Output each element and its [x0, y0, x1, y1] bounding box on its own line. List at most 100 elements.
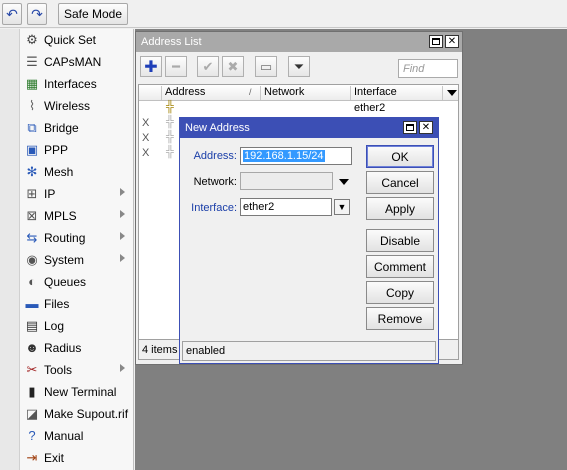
sidebar-item-make-supout-rif[interactable]: ◪ Make Supout.rif	[20, 403, 133, 425]
sidebar-item-wireless[interactable]: ⌇ Wireless	[20, 95, 133, 117]
sidebar-item-queues[interactable]: ◐ Queues	[20, 271, 133, 293]
sidebar-item-label: Exit	[44, 451, 65, 465]
sidebar-item-label: Manual	[44, 429, 84, 443]
sidebar-item-log[interactable]: ▤ Log	[20, 315, 133, 337]
interfaces-icon: ▦	[25, 76, 39, 91]
radius-icon: ☻	[25, 340, 39, 355]
status-text: enabled	[186, 345, 226, 357]
table-header: Address / Network Interface	[139, 85, 458, 101]
submenu-arrow-icon	[120, 188, 125, 196]
sidebar-item-system[interactable]: ◉ System	[20, 249, 133, 271]
redo-button[interactable]: ↷	[27, 3, 47, 25]
interface-field[interactable]: ether2	[240, 198, 332, 216]
mesh-icon: ✻	[26, 164, 38, 179]
sidebar-item-new-terminal[interactable]: ▮ New Terminal	[20, 381, 133, 403]
sidebar-item-interfaces[interactable]: ▦ Interfaces	[20, 73, 133, 95]
new-address-title: New Address	[180, 118, 438, 138]
address-value: 192.168.1.15/24	[243, 150, 325, 162]
column-address[interactable]: Address	[161, 86, 260, 100]
filter-icon: ⏷	[293, 58, 305, 74]
sidebar-item-label: Queues	[44, 275, 87, 289]
sidebar-item-label: Mesh	[44, 165, 74, 179]
dialog-close-button[interactable]: ✕	[419, 121, 433, 134]
sidebar-item-label: Radius	[44, 341, 82, 355]
sidebar-item-quick-set[interactable]: ⚙ Quick Set	[20, 29, 133, 51]
submenu-arrow-icon	[120, 210, 125, 218]
address-icon: ╬	[166, 146, 174, 158]
network-field[interactable]	[240, 172, 333, 190]
address-icon: ╬	[166, 101, 174, 113]
comment-button[interactable]: ▭	[255, 56, 277, 77]
address-label: Address:	[193, 150, 237, 162]
find-input[interactable]: Find	[398, 59, 458, 78]
close-icon: ✕	[421, 121, 431, 133]
terminal-icon: ▮	[28, 384, 36, 399]
undo-button[interactable]: ↶	[2, 3, 22, 25]
exit-icon: ⇥	[26, 450, 38, 465]
undo-icon: ↶	[6, 5, 18, 22]
safe-mode-button[interactable]: Safe Mode	[58, 3, 128, 25]
address-field[interactable]: 192.168.1.15/24	[240, 147, 352, 165]
sidebar-item-tools[interactable]: ✂ Tools	[20, 359, 133, 381]
sidebar-item-manual[interactable]: ? Manual	[20, 425, 133, 447]
address-icon: ╬	[166, 131, 174, 143]
top-toolbar: ↶ ↷ Safe Mode	[0, 0, 567, 28]
disable-button[interactable]: Disable	[366, 229, 434, 252]
disable-button[interactable]: ✖	[222, 56, 244, 77]
sidebar-item-exit[interactable]: ⇥ Exit	[20, 447, 133, 469]
ok-button[interactable]: OK	[366, 145, 434, 168]
remove-button[interactable]: ━	[165, 56, 187, 77]
sidebar-item-capsman[interactable]: ☰ CAPsMAN	[20, 51, 133, 73]
dialog-maximize-button[interactable]	[403, 121, 417, 134]
sidebar-item-label: Log	[44, 319, 65, 333]
comment-button[interactable]: Comment	[366, 255, 434, 278]
submenu-arrow-icon	[120, 232, 125, 240]
table-row[interactable]: ╬ ether2	[139, 101, 458, 116]
filter-button[interactable]: ⏷	[288, 56, 310, 77]
interface-dropdown-button[interactable]: ▼	[334, 199, 350, 215]
sidebar-item-label: Wireless	[44, 99, 91, 113]
vertical-strip	[0, 29, 20, 470]
tools-icon: ✂	[26, 362, 38, 377]
sidebar-item-label: Bridge	[44, 121, 79, 135]
row-interface: ether2	[354, 102, 386, 114]
dialog-status-bar: enabled	[182, 341, 436, 361]
add-button[interactable]: ✚	[140, 56, 162, 77]
close-button[interactable]: ✕	[445, 35, 459, 48]
sidebar-item-mesh[interactable]: ✻ Mesh	[20, 161, 133, 183]
network-dropdown-icon[interactable]	[339, 179, 349, 185]
files-icon: ▬	[25, 296, 39, 311]
sidebar-item-routing[interactable]: ⇆ Routing	[20, 227, 133, 249]
remove-button[interactable]: Remove	[366, 307, 434, 330]
sidebar-item-label: CAPsMAN	[44, 55, 102, 69]
copy-button[interactable]: Copy	[366, 281, 434, 304]
routing-icon: ⇆	[26, 230, 38, 245]
ppp-icon: ▣	[25, 142, 39, 157]
log-icon: ▤	[25, 318, 39, 333]
column-menu[interactable]	[442, 86, 459, 100]
sidebar-item-bridge[interactable]: ⧉ Bridge	[20, 117, 133, 139]
enable-button[interactable]: ✔	[197, 56, 219, 77]
capsman-icon: ☰	[26, 54, 38, 69]
sidebar-item-label: MPLS	[44, 209, 77, 223]
column-network[interactable]: Network	[260, 86, 350, 100]
address-list-title: Address List	[136, 32, 462, 52]
queues-icon: ◐	[28, 274, 36, 289]
sidebar-item-ip[interactable]: ⊞ IP	[20, 183, 133, 205]
cancel-button[interactable]: Cancel	[366, 171, 434, 194]
sidebar-item-ppp[interactable]: ▣ PPP	[20, 139, 133, 161]
sidebar-item-files[interactable]: ▬ Files	[20, 293, 133, 315]
maximize-button[interactable]	[429, 35, 443, 48]
sidebar-item-label: Routing	[44, 231, 86, 245]
address-icon: ╬	[166, 116, 174, 128]
x-icon: ✖	[227, 58, 239, 74]
column-interface[interactable]: Interface	[350, 86, 440, 100]
apply-button[interactable]: Apply	[366, 197, 434, 220]
sidebar-item-radius[interactable]: ☻ Radius	[20, 337, 133, 359]
supout-icon: ◪	[25, 406, 39, 421]
sidebar-item-label: Quick Set	[44, 33, 97, 47]
address-list-toolbar: ✚ ━ ✔ ✖ ▭ ⏷ Find	[138, 54, 460, 80]
sidebar-item-mpls[interactable]: ⊠ MPLS	[20, 205, 133, 227]
interface-label: Interface:	[191, 202, 237, 214]
maximize-icon	[432, 38, 440, 45]
